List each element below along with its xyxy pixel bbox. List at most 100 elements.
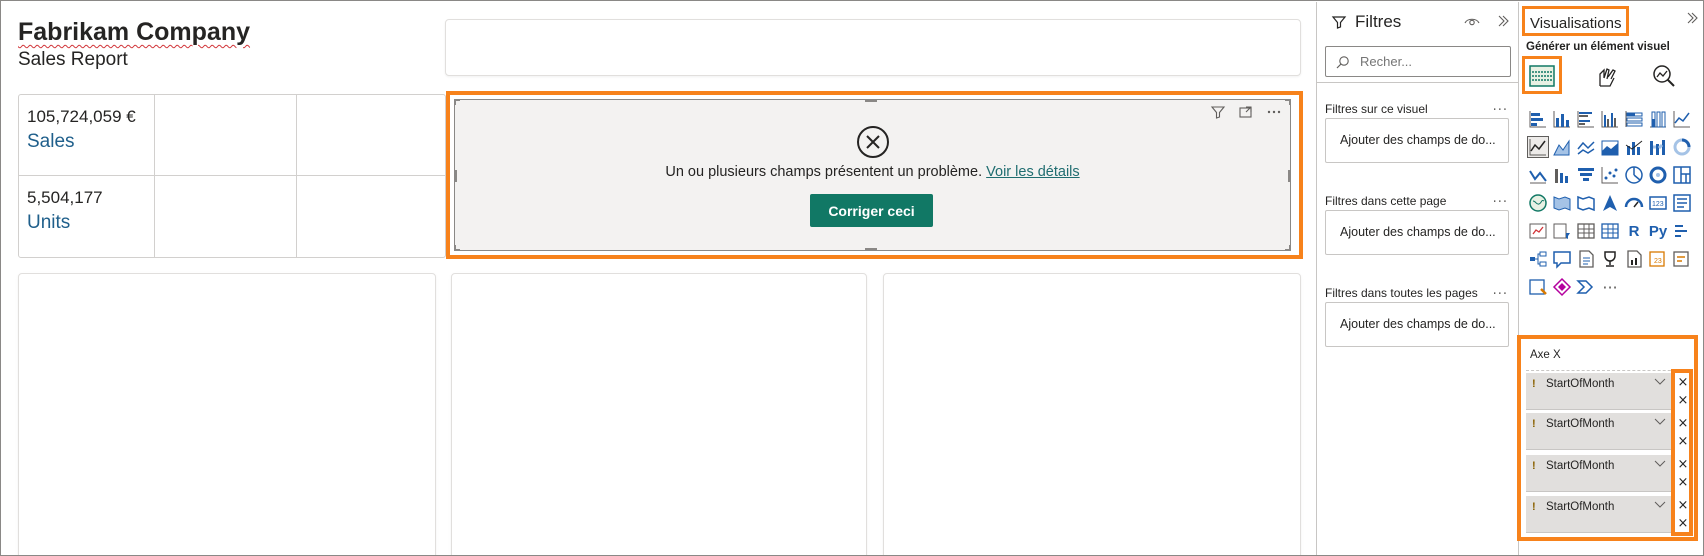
empty-visual-card[interactable] — [18, 273, 436, 555]
power-apps-diamond-icon[interactable] — [1551, 276, 1573, 298]
more-options-icon[interactable]: ... — [1493, 283, 1508, 298]
card-icon[interactable]: 123 — [1647, 192, 1669, 214]
slicer-icon[interactable] — [1551, 220, 1573, 242]
filters-all-pages-drop-well[interactable]: Ajouter des champs de do... — [1325, 302, 1509, 347]
resize-handle[interactable] — [865, 248, 877, 251]
python-visual-icon[interactable]: Py — [1647, 220, 1669, 242]
more-options-icon[interactable] — [1266, 104, 1282, 120]
collapse-chevron-icon[interactable] — [1496, 14, 1510, 32]
line-chart-selected-icon[interactable] — [1527, 136, 1549, 158]
line-and-clustered-column-icon[interactable] — [1623, 136, 1645, 158]
kpi-units[interactable]: 5,504,177 Units — [19, 176, 155, 258]
resize-handle[interactable] — [1285, 245, 1291, 251]
stacked-bar-chart-icon[interactable] — [1527, 108, 1549, 130]
filters-all-pages-title: Filtres dans toutes les pages — [1325, 286, 1478, 300]
filters-visual-drop-well[interactable]: Ajouter des champs de do... — [1325, 118, 1509, 163]
key-influencers-icon[interactable] — [1671, 220, 1693, 242]
funnel-icon[interactable] — [1575, 164, 1597, 186]
chevron-down-icon[interactable] — [1654, 375, 1666, 389]
field-pill[interactable]: ! StartOfMonth — [1526, 455, 1671, 492]
map-icon[interactable] — [1527, 192, 1549, 214]
powerbi-window: Fabrikam Company Sales Report 105,724,05… — [0, 0, 1704, 556]
search-input[interactable] — [1360, 54, 1490, 69]
resize-handle[interactable] — [454, 245, 460, 251]
kpi-icon[interactable] — [1527, 220, 1549, 242]
100-stacked-column-chart-icon[interactable] — [1647, 108, 1669, 130]
gauge-icon[interactable] — [1623, 192, 1645, 214]
donut-chart-icon[interactable] — [1671, 136, 1693, 158]
shape-map-icon[interactable] — [1575, 192, 1597, 214]
header-card[interactable] — [445, 19, 1301, 76]
power-automate-chevron-icon[interactable] — [1575, 276, 1597, 298]
build-visual-icon[interactable] — [1529, 64, 1555, 88]
chevron-down-icon[interactable] — [1654, 498, 1666, 512]
see-details-link[interactable]: Voir les détails — [986, 164, 1080, 180]
remove-field-icon[interactable]: × — [1677, 517, 1689, 531]
ribbon-chart-icon[interactable] — [1647, 136, 1669, 158]
scatter-chart-icon[interactable] — [1599, 164, 1621, 186]
100-stacked-bar-chart-icon[interactable] — [1623, 108, 1645, 130]
fix-this-button[interactable]: Corriger ceci — [810, 194, 933, 227]
field-pill[interactable]: ! StartOfMonth — [1526, 496, 1671, 533]
ring-chart-icon[interactable] — [1647, 164, 1669, 186]
power-apps-icon[interactable]: 23 — [1647, 248, 1669, 270]
azure-map-icon[interactable] — [1599, 192, 1621, 214]
format-visual-icon[interactable] — [1594, 64, 1620, 88]
report-title-area[interactable]: Fabrikam Company Sales Report — [18, 18, 250, 71]
pie-chart-icon[interactable] — [1623, 164, 1645, 186]
warning-icon: ! — [1532, 460, 1536, 472]
filter-icon[interactable] — [1210, 104, 1226, 120]
more-options-icon[interactable]: ... — [1493, 99, 1508, 114]
field-pill[interactable]: ! StartOfMonth — [1526, 373, 1671, 410]
more-options-icon[interactable]: ... — [1493, 191, 1508, 206]
eye-icon[interactable] — [1464, 14, 1480, 32]
r-visual-icon[interactable]: R — [1623, 220, 1645, 242]
kpi-card[interactable]: 105,724,059 € Sales 5,504,177 Units — [18, 94, 447, 258]
more-visuals-icon[interactable]: ··· — [1599, 276, 1621, 298]
analytics-icon[interactable] — [1651, 64, 1677, 88]
collapse-chevron-icon[interactable] — [1685, 11, 1699, 29]
resize-handle[interactable] — [454, 99, 460, 105]
remove-field-icon[interactable]: × — [1677, 476, 1689, 490]
matrix-icon[interactable] — [1599, 220, 1621, 242]
treemap-icon[interactable] — [1671, 164, 1693, 186]
remove-field-icon[interactable]: × — [1677, 435, 1689, 449]
paginated-report-icon[interactable] — [1623, 248, 1645, 270]
power-automate-icon[interactable] — [1671, 248, 1693, 270]
line-and-stacked-column-icon[interactable] — [1599, 136, 1621, 158]
visualizations-title: Visualisations — [1522, 6, 1629, 36]
table-icon[interactable] — [1575, 220, 1597, 242]
metrics-icon[interactable] — [1599, 248, 1621, 270]
remove-field-icon[interactable]: × — [1677, 499, 1689, 513]
stacked-column-chart-icon[interactable] — [1551, 108, 1573, 130]
clustered-column-chart-icon[interactable] — [1599, 108, 1621, 130]
focus-mode-icon[interactable] — [1238, 104, 1254, 120]
smart-narrative-icon[interactable] — [1575, 248, 1597, 270]
resize-handle[interactable] — [1285, 99, 1291, 105]
field-pill[interactable]: ! StartOfMonth — [1526, 413, 1671, 450]
custom-visual-icon[interactable] — [1527, 276, 1549, 298]
kpi-sales[interactable]: 105,724,059 € Sales — [19, 95, 155, 176]
resize-handle[interactable] — [865, 99, 877, 102]
waterfall-chart-icon[interactable] — [1527, 164, 1549, 186]
line-chart-icon[interactable] — [1671, 108, 1693, 130]
filters-search[interactable] — [1325, 46, 1511, 77]
chevron-down-icon[interactable] — [1654, 415, 1666, 429]
remove-field-icon[interactable]: × — [1677, 376, 1689, 390]
remove-field-icon[interactable]: × — [1677, 417, 1689, 431]
multi-row-card-icon[interactable] — [1671, 192, 1693, 214]
error-visual[interactable]: Un ou plusieurs champs présentent un pro… — [454, 99, 1291, 251]
decomposition-tree-icon[interactable] — [1527, 248, 1549, 270]
area-chart-icon[interactable] — [1551, 136, 1573, 158]
clustered-bar-chart-icon[interactable] — [1575, 108, 1597, 130]
filled-map-icon[interactable] — [1551, 192, 1573, 214]
remove-field-icon[interactable]: × — [1677, 458, 1689, 472]
empty-visual-card[interactable] — [451, 273, 867, 555]
funnel-column-icon[interactable] — [1551, 164, 1573, 186]
empty-visual-card[interactable] — [883, 273, 1301, 555]
stacked-area-chart-icon[interactable] — [1575, 136, 1597, 158]
filters-page-drop-well[interactable]: Ajouter des champs de do... — [1325, 210, 1509, 255]
qa-icon[interactable] — [1551, 248, 1573, 270]
remove-field-icon[interactable]: × — [1677, 394, 1689, 408]
chevron-down-icon[interactable] — [1654, 457, 1666, 471]
